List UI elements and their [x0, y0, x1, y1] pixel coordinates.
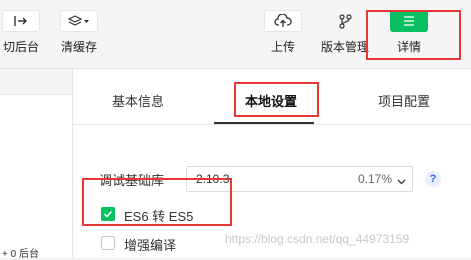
base-library-percent: 0.17% — [357, 172, 392, 186]
clear-cache-button[interactable]: 清缓存 — [60, 10, 98, 55]
base-library-label: 调试基础库 — [99, 173, 165, 188]
details-button[interactable]: 详情 — [390, 10, 428, 55]
details-label: 详情 — [396, 40, 421, 54]
tab-project-config[interactable]: 项目配置 — [378, 91, 430, 110]
layers-dropdown-icon — [60, 10, 98, 32]
tab-local-settings[interactable]: 本地设置 — [245, 91, 297, 110]
es6-to-es5-label: ES6 转 ES5 — [124, 209, 194, 224]
details-tabs: 基本信息 本地设置 项目配置 — [73, 69, 471, 125]
chevron-down-icon — [397, 173, 406, 191]
help-icon[interactable]: ? — [425, 171, 441, 187]
version-management-button[interactable]: 版本管理 — [321, 10, 369, 55]
upload-button[interactable]: 上传 — [264, 10, 302, 55]
left-pane-header — [0, 69, 72, 95]
left-pane: + 0 后台 — [0, 69, 73, 260]
version-management-label: 版本管理 — [321, 40, 370, 54]
switch-background-label: 切后台 — [2, 40, 39, 54]
details-panel: 基本信息 本地设置 项目配置 调试基础库 2.10.3 0.17% ? ES6 … — [73, 69, 471, 258]
switch-background-icon — [2, 10, 40, 32]
enhanced-compile-checkbox[interactable] — [101, 236, 115, 250]
clear-cache-label: 清缓存 — [60, 40, 97, 54]
toolbar: 切后台 清缓存 上传 版本管理 详情 — [0, 0, 471, 69]
branch-icon — [326, 10, 364, 32]
tab-basic-info[interactable]: 基本信息 — [112, 91, 164, 110]
watermark: https://blog.csdn.net/qq_44973159 — [225, 232, 410, 246]
active-tab-indicator — [214, 122, 314, 124]
base-library-version: 2.10.3 — [196, 172, 230, 186]
switch-background-button[interactable]: 切后台 — [2, 10, 40, 55]
es6-to-es5-checkbox[interactable] — [101, 207, 115, 221]
cloud-upload-icon — [264, 10, 302, 32]
base-library-select[interactable]: 2.10.3 0.17% — [186, 166, 413, 192]
enhanced-compile-label: 增强编译 — [124, 238, 177, 253]
menu-icon — [390, 10, 428, 32]
upload-label: 上传 — [270, 40, 295, 54]
